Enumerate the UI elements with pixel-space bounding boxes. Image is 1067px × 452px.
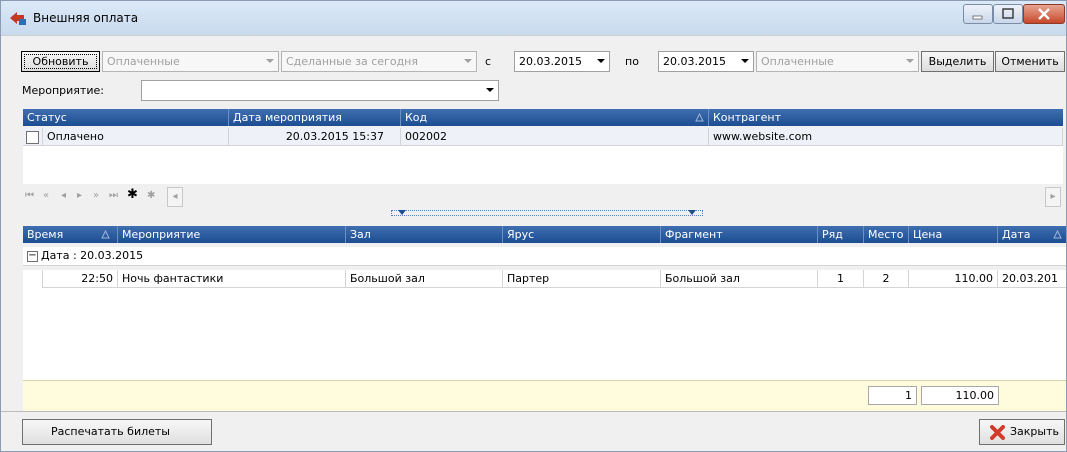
chevron-down-icon xyxy=(398,210,406,215)
tickets-col-hall[interactable]: Зал xyxy=(346,226,503,243)
summary-count: 1 xyxy=(868,386,917,405)
scroll-left-button[interactable]: ◂ xyxy=(167,187,183,207)
splitter[interactable] xyxy=(391,210,703,216)
maximize-icon xyxy=(1002,8,1014,19)
date-from-value: 20.03.2015 xyxy=(519,55,582,68)
summary-total: 110.00 xyxy=(921,386,999,405)
ticket-time: 22:50 xyxy=(43,270,118,288)
checkbox-icon xyxy=(26,131,39,144)
sort-asc-icon xyxy=(1053,230,1062,239)
prev-page-icon[interactable]: « xyxy=(43,190,49,201)
date-to-value: 20.03.2015 xyxy=(663,55,726,68)
date-filter-value: Сделанные за сегодня xyxy=(286,55,418,68)
minimize-icon xyxy=(972,15,983,20)
last-icon[interactable]: ⏭ xyxy=(109,190,118,201)
tickets-col-row[interactable]: Ряд xyxy=(818,226,864,243)
tickets-col-seat[interactable]: Место xyxy=(864,226,909,243)
chevron-down-icon xyxy=(464,59,472,63)
insert-icon[interactable]: ✱ xyxy=(127,187,138,202)
next-page-icon[interactable]: » xyxy=(93,190,99,201)
tickets-grid-empty-area xyxy=(23,288,1066,380)
minimize-button[interactable] xyxy=(963,4,993,24)
grid-navigator: ⏮ « ◂ ▸ » ⏭ ✱ ✱ ◂ ▸ xyxy=(23,186,1063,208)
status-filter-2-value: Оплаченные xyxy=(761,55,834,68)
ticket-seat: 2 xyxy=(864,270,909,288)
close-window-button[interactable] xyxy=(1023,4,1065,24)
tickets-col-fragment[interactable]: Фрагмент xyxy=(661,226,818,243)
divider xyxy=(1,411,1066,412)
collapse-icon[interactable]: − xyxy=(27,251,38,262)
window: Внешняя оплата Обновить Оплаченные Сдела… xyxy=(0,0,1067,452)
orders-grid-header: Статус Дата мероприятия Код Контрагент xyxy=(23,109,1063,126)
window-title: Внешняя оплата xyxy=(33,11,139,25)
ticket-hall: Большой зал xyxy=(346,270,503,288)
maximize-button[interactable] xyxy=(993,4,1023,24)
to-label: по xyxy=(625,55,639,68)
from-label: с xyxy=(485,55,492,68)
event-filter-select[interactable] xyxy=(141,80,499,101)
tickets-col-tier[interactable]: Ярус xyxy=(503,226,661,243)
orders-col-status[interactable]: Статус xyxy=(23,109,229,126)
date-from-picker[interactable]: 20.03.2015 xyxy=(514,51,610,72)
first-icon[interactable]: ⏮ xyxy=(25,190,34,201)
order-event-date: 20.03.2015 15:37 xyxy=(229,128,401,146)
tickets-col-price[interactable]: Цена xyxy=(909,226,998,243)
status-filter-select[interactable]: Оплаченные xyxy=(102,51,279,72)
next-icon[interactable]: ▸ xyxy=(77,190,82,201)
order-code: 002002 xyxy=(401,128,709,146)
close-icon xyxy=(990,425,1005,440)
date-filter-select[interactable]: Сделанные за сегодня xyxy=(281,51,477,72)
close-icon xyxy=(1038,8,1050,20)
refresh-button[interactable]: Обновить xyxy=(21,51,100,72)
indent-cell xyxy=(23,270,43,288)
table-row[interactable]: Оплачено 20.03.2015 15:37 002002 www.web… xyxy=(23,128,1063,146)
select-button[interactable]: Выделить xyxy=(921,51,994,72)
orders-col-counterparty[interactable]: Контрагент xyxy=(709,109,1063,126)
ticket-event: Ночь фантастики xyxy=(118,270,346,288)
chevron-down-icon xyxy=(741,59,749,63)
tickets-col-event[interactable]: Мероприятие xyxy=(118,226,346,243)
table-row[interactable]: 22:50 Ночь фантастики Большой зал Партер… xyxy=(23,270,1066,288)
ticket-date: 20.03.201 xyxy=(998,270,1066,288)
prev-icon[interactable]: ◂ xyxy=(61,190,66,201)
close-label: Закрыть xyxy=(1010,425,1059,438)
order-status: Оплачено xyxy=(43,128,229,146)
print-tickets-button[interactable]: Распечатать билеты xyxy=(22,419,212,445)
scroll-right-button[interactable]: ▸ xyxy=(1045,187,1061,207)
divider xyxy=(1,35,1066,36)
orders-col-event-date[interactable]: Дата мероприятия xyxy=(229,109,401,126)
sort-asc-icon xyxy=(101,230,110,239)
orders-grid-empty-area xyxy=(23,146,1063,184)
chevron-down-icon xyxy=(266,59,274,63)
cancel-button[interactable]: Отменить xyxy=(995,51,1065,72)
app-icon xyxy=(10,12,26,25)
ticket-row: 1 xyxy=(818,270,864,288)
status-filter-value: Оплаченные xyxy=(107,55,180,68)
order-counterparty: www.website.com xyxy=(709,128,1063,146)
close-button[interactable]: Закрыть xyxy=(979,419,1065,445)
ticket-price: 110.00 xyxy=(909,270,998,288)
row-checkbox[interactable] xyxy=(23,128,43,146)
chevron-down-icon xyxy=(688,210,696,215)
event-filter-label: Мероприятие: xyxy=(22,84,104,97)
chevron-down-icon xyxy=(597,59,605,63)
group-row[interactable]: − Дата : 20.03.2015 xyxy=(23,247,1066,266)
sort-asc-icon xyxy=(695,113,704,122)
summary-footer: 1 110.00 xyxy=(23,380,1066,412)
status-filter-2-select[interactable]: Оплаченные xyxy=(756,51,919,72)
ticket-tier: Партер xyxy=(503,270,661,288)
title-bar: Внешняя оплата xyxy=(1,1,1066,35)
append-icon[interactable]: ✱ xyxy=(147,190,155,201)
chevron-down-icon xyxy=(486,88,494,92)
chevron-down-icon xyxy=(906,59,914,63)
date-to-picker[interactable]: 20.03.2015 xyxy=(658,51,754,72)
group-label: Дата : 20.03.2015 xyxy=(41,249,144,262)
orders-col-code[interactable]: Код xyxy=(401,109,709,126)
tickets-grid-header: Время Мероприятие Зал Ярус Фрагмент Ряд … xyxy=(23,226,1066,243)
ticket-fragment: Большой зал xyxy=(661,270,818,288)
